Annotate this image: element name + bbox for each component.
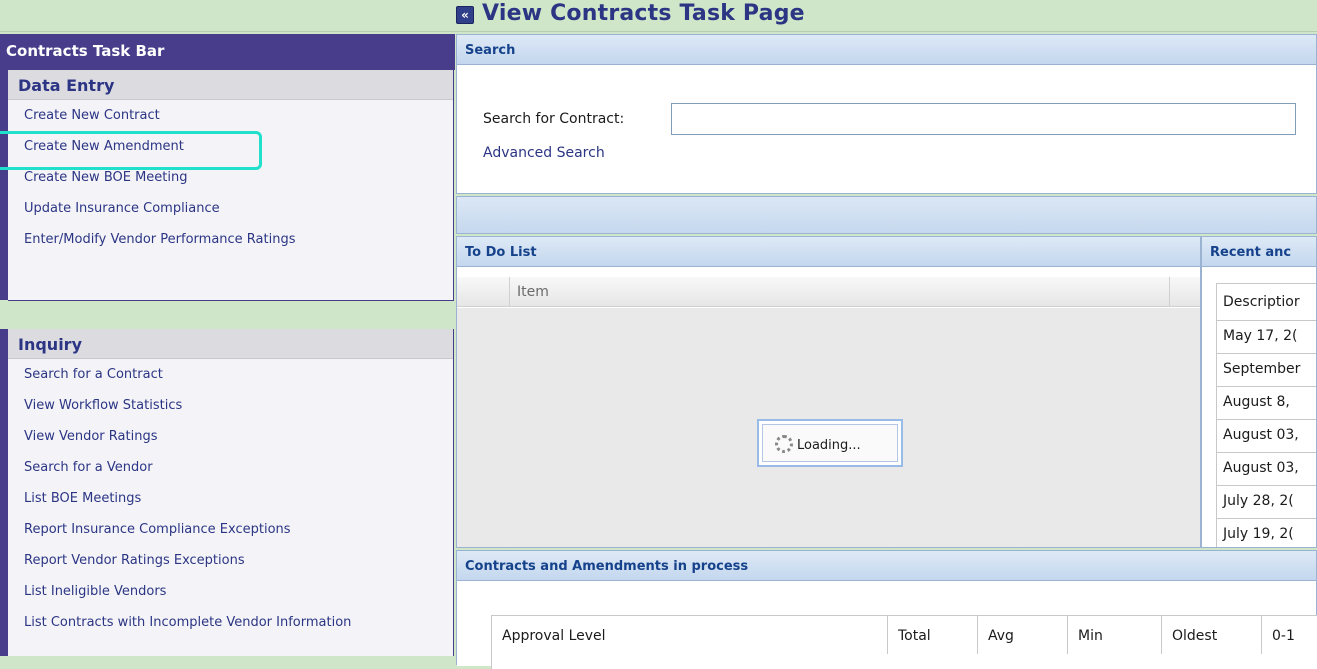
- recent-row[interactable]: July 19, 2(: [1216, 519, 1316, 547]
- in-process-table: Approval Level Total Avg Min Oldest 0-1: [491, 615, 1317, 669]
- advanced-search-link[interactable]: Advanced Search: [483, 145, 605, 161]
- nav-report-vendor-ratings-exceptions[interactable]: Report Vendor Ratings Exceptions: [8, 545, 453, 576]
- task-bar-header: Contracts Task Bar: [0, 34, 455, 70]
- title-bar: « View Contracts Task Page: [0, 0, 1317, 32]
- todo-panel: To Do List Item Loading...: [456, 236, 1201, 548]
- data-entry-panel: Data Entry Create New Contract Create Ne…: [0, 70, 454, 301]
- search-contract-input[interactable]: [671, 103, 1296, 135]
- search-panel-header: Search: [457, 35, 1316, 65]
- nav-create-new-boe-meeting[interactable]: Create New BOE Meeting: [8, 162, 453, 193]
- nav-create-new-amendment[interactable]: Create New Amendment: [0, 131, 453, 170]
- recent-row[interactable]: May 17, 2(: [1216, 321, 1316, 354]
- nav-list-boe-meetings[interactable]: List BOE Meetings: [8, 483, 453, 514]
- recent-panel: Recent anc Descriptior May 17, 2( Septem…: [1201, 236, 1317, 548]
- recent-row[interactable]: August 03,: [1216, 453, 1316, 486]
- row-gutter-column: [457, 277, 510, 307]
- column-divider: [1169, 277, 1170, 307]
- nav-list-incomplete-vendor-info[interactable]: List Contracts with Incomplete Vendor In…: [8, 607, 453, 638]
- recent-list: Descriptior May 17, 2( September August …: [1216, 283, 1316, 547]
- nav-report-insurance-exceptions[interactable]: Report Insurance Compliance Exceptions: [8, 514, 453, 545]
- nav-update-insurance-compliance[interactable]: Update Insurance Compliance: [8, 193, 453, 224]
- inquiry-header: Inquiry: [8, 329, 453, 359]
- nav-list-ineligible-vendors[interactable]: List Ineligible Vendors: [8, 576, 453, 607]
- in-process-panel: Contracts and Amendments in process Appr…: [456, 550, 1317, 669]
- todo-grid-header: Item: [457, 277, 1200, 307]
- nav-view-vendor-ratings[interactable]: View Vendor Ratings: [8, 421, 453, 452]
- data-entry-header: Data Entry: [8, 70, 453, 100]
- nav-view-workflow-statistics[interactable]: View Workflow Statistics: [8, 390, 453, 421]
- recent-column-header[interactable]: Descriptior: [1216, 283, 1316, 321]
- inquiry-panel: Inquiry Search for a Contract View Workf…: [0, 329, 454, 656]
- column-avg[interactable]: Avg: [978, 616, 1068, 654]
- item-column-header[interactable]: Item: [517, 284, 549, 300]
- nav-vendor-performance-ratings[interactable]: Enter/Modify Vendor Performance Ratings: [8, 224, 453, 255]
- page-title: View Contracts Task Page: [482, 1, 805, 26]
- collapsed-panel-bar: [456, 196, 1317, 234]
- loading-text: Loading...: [797, 438, 861, 453]
- column-oldest[interactable]: Oldest: [1162, 616, 1262, 654]
- nav-search-for-a-contract[interactable]: Search for a Contract: [8, 359, 453, 390]
- recent-panel-header: Recent anc: [1202, 237, 1316, 267]
- nav-search-for-a-vendor[interactable]: Search for a Vendor: [8, 452, 453, 483]
- recent-row[interactable]: August 03,: [1216, 420, 1316, 453]
- loading-indicator: Loading...: [757, 419, 903, 467]
- spinner-icon: [775, 435, 793, 453]
- todo-panel-header: To Do List: [457, 237, 1200, 267]
- search-label: Search for Contract:: [483, 111, 625, 127]
- todo-grid-body: Loading...: [457, 308, 1200, 547]
- recent-row[interactable]: July 28, 2(: [1216, 486, 1316, 519]
- collapse-sidebar-icon[interactable]: «: [456, 6, 474, 24]
- column-min[interactable]: Min: [1068, 616, 1162, 654]
- main-content: Search Search for Contract: Advanced Sea…: [456, 34, 1317, 669]
- contracts-task-bar: Contracts Task Bar Data Entry Create New…: [0, 34, 455, 656]
- recent-row[interactable]: August 8,: [1216, 387, 1316, 420]
- in-process-panel-header: Contracts and Amendments in process: [457, 551, 1316, 581]
- nav-create-new-contract[interactable]: Create New Contract: [8, 100, 453, 131]
- column-age-range[interactable]: 0-1: [1262, 616, 1317, 654]
- recent-row[interactable]: September: [1216, 354, 1316, 387]
- search-panel: Search Search for Contract: Advanced Sea…: [456, 34, 1317, 194]
- column-approval-level[interactable]: Approval Level: [492, 616, 888, 654]
- column-total[interactable]: Total: [888, 616, 978, 654]
